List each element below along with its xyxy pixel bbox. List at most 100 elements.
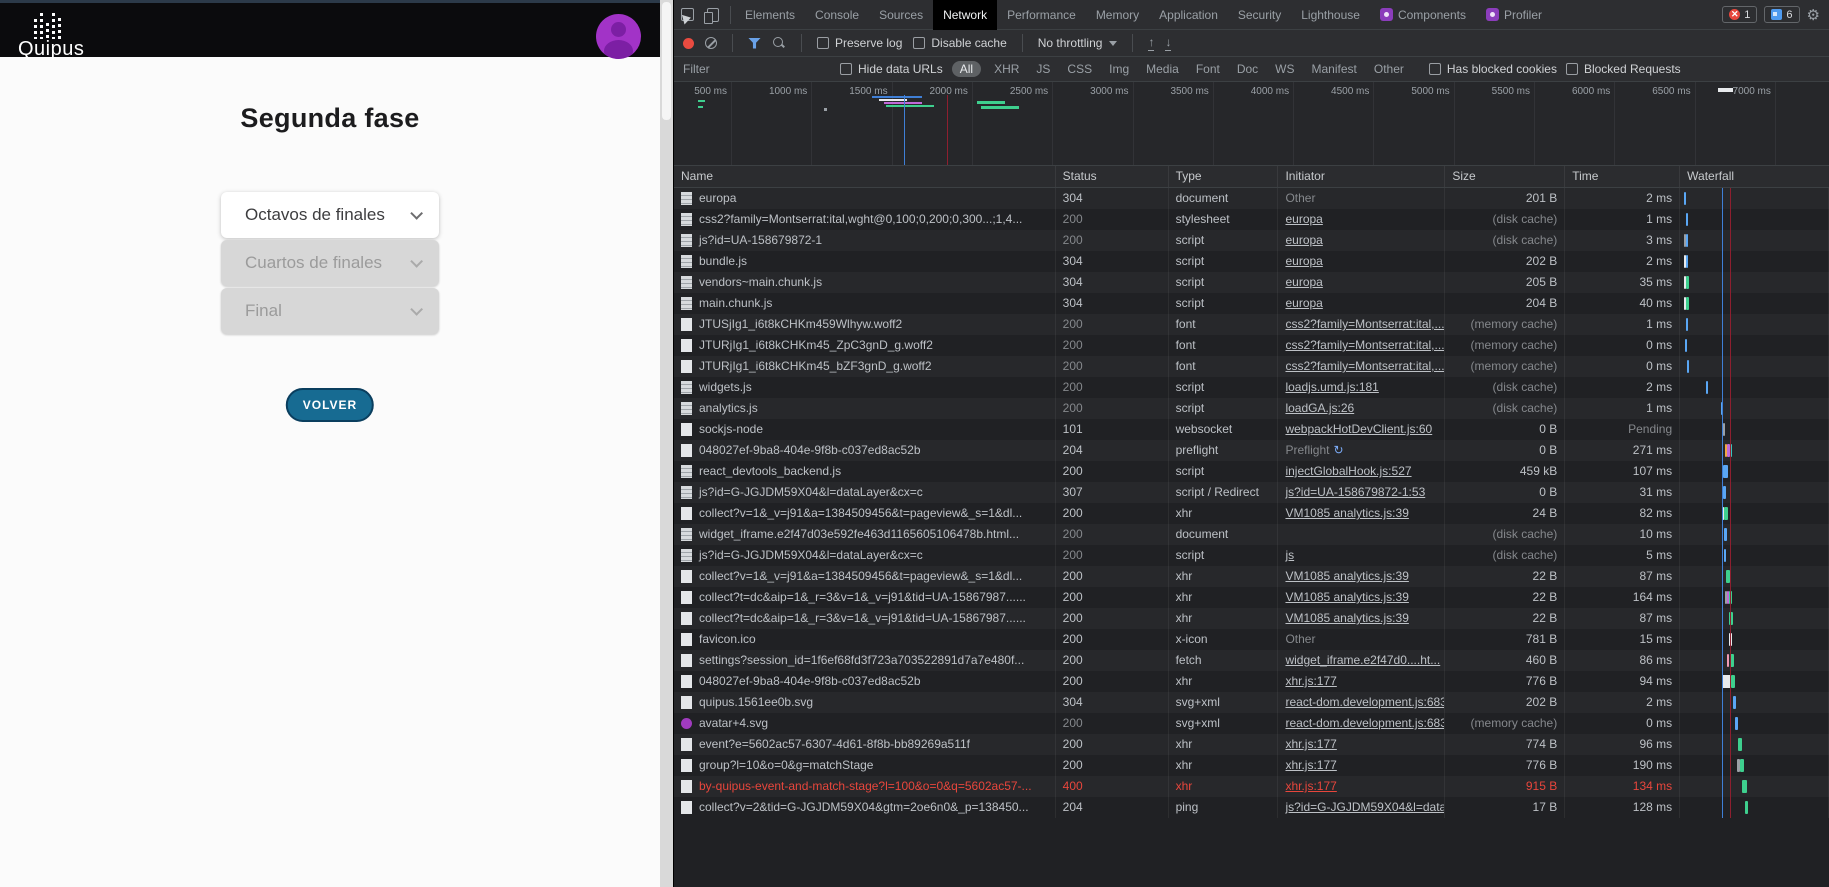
request-name-cell[interactable]: widget_iframe.e2f47d03e592fe463d11656051… bbox=[674, 524, 1056, 545]
request-name-cell[interactable]: sockjs-node bbox=[674, 419, 1056, 440]
request-waterfall-cell[interactable] bbox=[1680, 482, 1829, 503]
request-name-cell[interactable]: JTURjIg1_i6t8kCHKm45_ZpC3gnD_g.woff2 bbox=[674, 335, 1056, 356]
request-row[interactable]: quipus.1561ee0b.svg304svg+xmlreact-dom.d… bbox=[674, 692, 1829, 713]
initiator-link[interactable]: europa bbox=[1285, 212, 1322, 226]
request-name-cell[interactable]: collect?v=2&tid=G-JGJDM59X04&gtm=2oe6n0&… bbox=[674, 797, 1056, 818]
request-waterfall-cell[interactable] bbox=[1680, 587, 1829, 608]
request-waterfall-cell[interactable] bbox=[1680, 545, 1829, 566]
tab-application[interactable]: Application bbox=[1149, 0, 1228, 30]
tab-components[interactable]: Components bbox=[1370, 0, 1476, 30]
request-waterfall-cell[interactable] bbox=[1680, 755, 1829, 776]
request-name-cell[interactable]: favicon.ico bbox=[674, 629, 1056, 650]
request-row[interactable]: collect?t=dc&aip=1&_r=3&v=1&_v=j91&tid=U… bbox=[674, 608, 1829, 629]
request-name-cell[interactable]: css2?family=Montserrat:ital,wght@0,100;0… bbox=[674, 209, 1056, 230]
filter-input[interactable]: Filter bbox=[683, 62, 831, 76]
tab-network[interactable]: Network bbox=[933, 0, 997, 30]
request-row[interactable]: 048027ef-9ba8-404e-9f8b-c037ed8ac52b200x… bbox=[674, 671, 1829, 692]
request-row[interactable]: JTURjIg1_i6t8kCHKm45_ZpC3gnD_g.woff2200f… bbox=[674, 335, 1829, 356]
type-filter-img[interactable]: Img bbox=[1105, 61, 1133, 77]
request-waterfall-cell[interactable] bbox=[1680, 797, 1829, 818]
initiator-link[interactable]: xhr.js:177 bbox=[1285, 674, 1336, 688]
request-name-cell[interactable]: 048027ef-9ba8-404e-9f8b-c037ed8ac52b bbox=[674, 440, 1056, 461]
tab-lighthouse[interactable]: Lighthouse bbox=[1291, 0, 1370, 30]
request-name-cell[interactable]: quipus.1561ee0b.svg bbox=[674, 692, 1056, 713]
request-row[interactable]: favicon.ico200x-iconOther781 B15 ms bbox=[674, 629, 1829, 650]
initiator-link[interactable]: VM1085 analytics.js:39 bbox=[1285, 569, 1408, 583]
tab-console[interactable]: Console bbox=[805, 0, 869, 30]
request-name-cell[interactable]: JTUSjIg1_i6t8kCHKm459Wlhyw.woff2 bbox=[674, 314, 1056, 335]
request-row[interactable]: JTUSjIg1_i6t8kCHKm459Wlhyw.woff2200fontc… bbox=[674, 314, 1829, 335]
request-waterfall-cell[interactable] bbox=[1680, 398, 1829, 419]
export-har-icon[interactable]: ↓ bbox=[1165, 35, 1171, 51]
initiator-link[interactable]: europa bbox=[1285, 233, 1322, 247]
user-avatar[interactable] bbox=[596, 14, 641, 59]
initiator-link[interactable]: js bbox=[1285, 548, 1294, 562]
type-filter-xhr[interactable]: XHR bbox=[990, 61, 1023, 77]
request-row[interactable]: sockjs-node101websocketwebpackHotDevClie… bbox=[674, 419, 1829, 440]
request-row[interactable]: europa304documentOther201 B2 ms bbox=[674, 188, 1829, 209]
type-filter-manifest[interactable]: Manifest bbox=[1308, 61, 1361, 77]
tab-performance[interactable]: Performance bbox=[997, 0, 1086, 30]
request-row[interactable]: js?id=G-JGJDM59X04&l=dataLayer&cx=c200sc… bbox=[674, 545, 1829, 566]
request-row[interactable]: JTURjIg1_i6t8kCHKm45_bZF3gnD_g.woff2200f… bbox=[674, 356, 1829, 377]
request-row[interactable]: collect?v=1&_v=j91&a=1384509456&t=pagevi… bbox=[674, 503, 1829, 524]
request-name-cell[interactable]: 048027ef-9ba8-404e-9f8b-c037ed8ac52b bbox=[674, 671, 1056, 692]
initiator-link[interactable]: loadjs.umd.js:181 bbox=[1285, 380, 1378, 394]
tab-sources[interactable]: Sources bbox=[869, 0, 933, 30]
request-name-cell[interactable]: collect?v=1&_v=j91&a=1384509456&t=pagevi… bbox=[674, 566, 1056, 587]
inspect-element-button[interactable] bbox=[674, 0, 700, 30]
dropdown-octavos[interactable]: Octavos de finales bbox=[221, 192, 439, 238]
record-button[interactable] bbox=[683, 38, 694, 49]
throttling-dropdown[interactable]: No throttling bbox=[1038, 36, 1118, 50]
request-waterfall-cell[interactable] bbox=[1680, 293, 1829, 314]
initiator-link[interactable]: css2?family=Montserrat:ital,... bbox=[1285, 317, 1444, 331]
request-row[interactable]: group?l=10&o=0&g=matchStage200xhrxhr.js:… bbox=[674, 755, 1829, 776]
request-row[interactable]: widget_iframe.e2f47d03e592fe463d11656051… bbox=[674, 524, 1829, 545]
request-name-cell[interactable]: js?id=G-JGJDM59X04&l=dataLayer&cx=c bbox=[674, 545, 1056, 566]
initiator-link[interactable]: css2?family=Montserrat:ital,... bbox=[1285, 359, 1444, 373]
initiator-link[interactable]: VM1085 analytics.js:39 bbox=[1285, 590, 1408, 604]
clear-button[interactable] bbox=[705, 37, 717, 49]
request-name-cell[interactable]: settings?session_id=1f6ef68fd3f723a70352… bbox=[674, 650, 1056, 671]
type-filter-font[interactable]: Font bbox=[1192, 61, 1224, 77]
tab-elements[interactable]: Elements bbox=[735, 0, 805, 30]
initiator-link[interactable]: react-dom.development.js:683 bbox=[1285, 695, 1445, 709]
type-filter-doc[interactable]: Doc bbox=[1233, 61, 1262, 77]
has-blocked-cookies-checkbox[interactable]: Has blocked cookies bbox=[1429, 62, 1557, 76]
request-row[interactable]: collect?v=1&_v=j91&a=1384509456&t=pagevi… bbox=[674, 566, 1829, 587]
issue-count-badge[interactable]: 6 bbox=[1764, 6, 1799, 23]
initiator-link[interactable]: xhr.js:177 bbox=[1285, 737, 1336, 751]
request-row[interactable]: by-quipus-event-and-match-stage?l=100&o=… bbox=[674, 776, 1829, 797]
initiator-link[interactable]: europa bbox=[1285, 254, 1322, 268]
request-row[interactable]: js?id=G-JGJDM59X04&l=dataLayer&cx=c307sc… bbox=[674, 482, 1829, 503]
request-name-cell[interactable]: bundle.js bbox=[674, 251, 1056, 272]
request-name-cell[interactable]: analytics.js bbox=[674, 398, 1056, 419]
page-scrollbar-thumb[interactable] bbox=[662, 2, 671, 120]
request-waterfall-cell[interactable] bbox=[1680, 356, 1829, 377]
request-waterfall-cell[interactable] bbox=[1680, 209, 1829, 230]
request-row[interactable]: event?e=5602ac57-6307-4d61-8f8b-bb89269a… bbox=[674, 734, 1829, 755]
request-waterfall-cell[interactable] bbox=[1680, 776, 1829, 797]
initiator-link[interactable]: css2?family=Montserrat:ital,... bbox=[1285, 338, 1444, 352]
request-waterfall-cell[interactable] bbox=[1680, 251, 1829, 272]
request-name-cell[interactable]: JTURjIg1_i6t8kCHKm45_bZF3gnD_g.woff2 bbox=[674, 356, 1056, 377]
initiator-link[interactable]: europa bbox=[1285, 275, 1322, 289]
request-name-cell[interactable]: collect?t=dc&aip=1&_r=3&v=1&_v=j91&tid=U… bbox=[674, 587, 1056, 608]
request-row[interactable]: collect?v=2&tid=G-JGJDM59X04&gtm=2oe6n0&… bbox=[674, 797, 1829, 818]
initiator-link[interactable]: VM1085 analytics.js:39 bbox=[1285, 506, 1408, 520]
type-filter-ws[interactable]: WS bbox=[1271, 61, 1298, 77]
request-row[interactable]: main.chunk.js304scripteuropa204 B40 ms bbox=[674, 293, 1829, 314]
request-waterfall-cell[interactable] bbox=[1680, 608, 1829, 629]
column-header-status[interactable]: Status bbox=[1056, 166, 1169, 187]
import-har-icon[interactable]: ↑ bbox=[1148, 35, 1154, 51]
request-waterfall-cell[interactable] bbox=[1680, 713, 1829, 734]
request-row[interactable]: settings?session_id=1f6ef68fd3f723a70352… bbox=[674, 650, 1829, 671]
quipus-logo[interactable]: Quipus bbox=[18, 9, 128, 57]
preserve-log-checkbox[interactable]: Preserve log bbox=[817, 36, 902, 50]
initiator-link[interactable]: widget_iframe.e2f47d0....ht... bbox=[1285, 653, 1440, 667]
initiator-link[interactable]: VM1085 analytics.js:39 bbox=[1285, 611, 1408, 625]
request-row[interactable]: css2?family=Montserrat:ital,wght@0,100;0… bbox=[674, 209, 1829, 230]
column-header-time[interactable]: Time bbox=[1565, 166, 1680, 187]
request-row[interactable]: avatar+4.svg200svg+xmlreact-dom.developm… bbox=[674, 713, 1829, 734]
request-row[interactable]: bundle.js304scripteuropa202 B2 ms bbox=[674, 251, 1829, 272]
